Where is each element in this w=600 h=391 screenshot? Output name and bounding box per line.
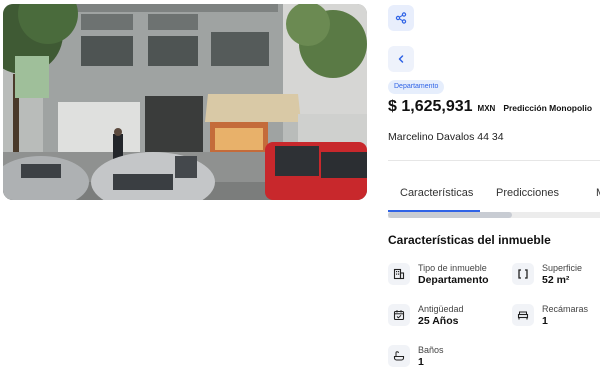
building-icon bbox=[388, 263, 410, 285]
prediction-label: Predicción Monopolio bbox=[503, 103, 593, 113]
tab-caracteristicas[interactable]: Características bbox=[400, 187, 473, 199]
share-icon bbox=[395, 12, 407, 24]
property-address: Marcelino Davalos 44 34 bbox=[388, 131, 504, 143]
tab-scrollbar-thumb[interactable] bbox=[388, 212, 512, 218]
feature-age: Antigüedad 25 Años bbox=[388, 304, 464, 328]
feature-value: 1 bbox=[418, 356, 424, 368]
surface-brackets-icon bbox=[512, 263, 534, 285]
property-street-photo bbox=[3, 4, 367, 200]
feature-surface: Superficie 52 m² bbox=[512, 263, 582, 287]
property-type-chip: Departamento bbox=[388, 80, 445, 94]
back-button[interactable] bbox=[388, 46, 414, 72]
share-button[interactable] bbox=[388, 5, 414, 31]
feature-label: Tipo de inmueble bbox=[418, 263, 487, 273]
feature-label: Recámaras bbox=[542, 304, 589, 314]
feature-label: Baños bbox=[418, 345, 444, 355]
divider bbox=[388, 160, 600, 161]
price-value: $ 1,625,931 bbox=[388, 98, 473, 115]
feature-value: Departamento bbox=[418, 274, 489, 286]
price-currency: MXN bbox=[477, 104, 496, 113]
tab-more[interactable]: M bbox=[596, 187, 600, 199]
feature-value: 25 Años bbox=[418, 315, 459, 327]
feature-label: Antigüedad bbox=[418, 304, 464, 314]
bathtub-icon bbox=[388, 345, 410, 367]
feature-value: 1 bbox=[542, 315, 548, 327]
chevron-left-icon bbox=[398, 55, 404, 63]
feature-bedrooms: Recámaras 1 bbox=[512, 304, 588, 328]
feature-value: 52 m² bbox=[542, 274, 570, 286]
tab-bar: Características Predicciones M bbox=[388, 182, 600, 218]
section-title: Características del inmueble bbox=[388, 233, 551, 247]
feature-bathrooms: Baños 1 bbox=[388, 345, 444, 369]
feature-property-type: Tipo de inmueble Departamento bbox=[388, 263, 489, 287]
bed-icon bbox=[512, 304, 534, 326]
price-row: $ 1,625,931 MXN Predicción Monopolio bbox=[388, 98, 592, 116]
calendar-icon bbox=[388, 304, 410, 326]
feature-label: Superficie bbox=[542, 263, 583, 273]
tab-predicciones[interactable]: Predicciones bbox=[496, 187, 559, 199]
tab-scrollbar[interactable] bbox=[388, 212, 600, 218]
